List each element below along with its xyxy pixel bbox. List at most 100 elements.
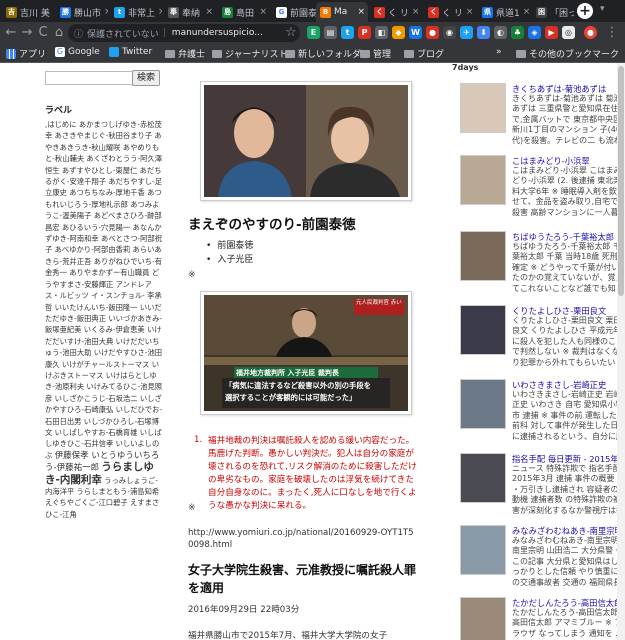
tab-label: く リ xyxy=(442,8,463,19)
twitter-icon[interactable]: t xyxy=(341,26,354,39)
menu-icon[interactable]: ⋮ xyxy=(604,25,620,41)
bookmarks-bar: アプリ G Google Twitter 弁護士 ジャーナリスト 新しいフォルダ … xyxy=(0,44,625,63)
tab-active[interactable]: B Ma × xyxy=(316,2,368,22)
info-icon[interactable]: ⓘ xyxy=(74,27,83,40)
browser-toolbar: ← → C ⌂ ⓘ 保護されていない | manundersuspicio...… xyxy=(0,22,625,44)
tab-9[interactable]: 県県道1 × xyxy=(478,2,530,22)
home-button[interactable]: ⌂ xyxy=(51,25,67,41)
extension-icon[interactable]: ● xyxy=(426,26,439,39)
evernote-icon[interactable]: E xyxy=(307,26,320,39)
close-icon[interactable]: × xyxy=(357,7,365,17)
forward-button[interactable]: → xyxy=(19,25,35,41)
extension-icon[interactable]: ◉ xyxy=(443,26,456,39)
bookmark-other[interactable]: その他のブックマーク xyxy=(516,47,619,60)
popular-post-item[interactable]: こはまみどり-小浜翠 こはまみどり-小浜翠 こはまみどり-小浜翠 (2. 後逮捕… xyxy=(460,155,625,221)
scrollbar-thumb[interactable] xyxy=(618,66,624,296)
search-button[interactable]: 検索 xyxy=(132,70,160,86)
bookmark-folder-bengoshi[interactable]: 弁護士 xyxy=(165,47,205,60)
source-url[interactable]: http://www.yomiuri.co.jp/national/201609… xyxy=(188,527,418,551)
tab-8[interactable]: くく リ × xyxy=(424,2,476,22)
apps-grid-icon xyxy=(6,48,16,59)
bookmark-label: Twitter xyxy=(122,47,153,57)
tab-10[interactable]: 困「困っ xyxy=(532,2,574,22)
tag-item[interactable]: 入子光臣 xyxy=(206,253,253,267)
bookmark-folder-journalist[interactable]: ジャーナリスト xyxy=(212,47,288,60)
tab-7[interactable]: くく リ × xyxy=(370,2,422,22)
bookmark-folder-new[interactable]: 新しいフォルダ xyxy=(285,47,361,60)
popular-post-item[interactable]: 指名手配 毎日更新 - 2015年3月 ニュース 特殊詐欺で 指名手配 2015… xyxy=(460,453,625,519)
extension-icon[interactable]: W xyxy=(409,26,422,39)
tab-label: 勝山市 xyxy=(74,8,102,19)
post-thumbnail[interactable] xyxy=(460,305,506,355)
post-thumbnail[interactable] xyxy=(460,525,506,575)
popular-post-item[interactable]: きくちあずは-菊池あずは きくちあずは-菊池あずは 菊池あずは 三重県警と愛知県… xyxy=(460,83,625,149)
tab-favicon-icon: く xyxy=(374,6,385,18)
popular-post-snippet: みなみざわむねあき-南里宗明 南里宗明 山田浩二 大分県警 ※ この記事 大分県… xyxy=(512,536,622,587)
extension-icon[interactable]: ♣ xyxy=(511,26,524,39)
post-thumbnail[interactable] xyxy=(460,597,506,640)
close-icon[interactable]: × xyxy=(53,7,54,17)
close-icon[interactable]: × xyxy=(158,7,162,17)
popular-post-item[interactable]: くりたよしひさ-栗田良文 くりたよしひさ-栗田良文 栗田良文 くりたよしひさ 平… xyxy=(460,305,625,371)
extension-icon[interactable]: ⬇ xyxy=(477,26,490,39)
bookmark-folder-blog[interactable]: ブログ xyxy=(404,47,444,60)
bookmark-star-icon[interactable]: ☆ xyxy=(283,25,299,41)
popular-post-item[interactable]: ちばゆうたろう-千葉裕太郎 ちばゆうたろう-千葉裕太郎 千葉裕太郎 千葉 当時1… xyxy=(460,231,625,297)
post-thumbnail[interactable] xyxy=(460,379,506,429)
judge-photo[interactable]: 元人民裁判官 赤い 福井地方裁判所 入子光臣 裁判長 「病気に違法するなど殺害以… xyxy=(200,291,412,415)
popular-post-snippet: くりたよしひさ-栗田良文 栗田良文 くりたよしひさ 平成元年に殺人を犯した人も同… xyxy=(512,316,624,367)
reload-button[interactable]: C xyxy=(35,25,51,41)
extension-icon[interactable]: ▤ xyxy=(324,26,337,39)
popular-post-item[interactable]: いわさきまさし-岩崎正史 いわさきまさし-岩崎正史 岩崎正史 いわさき 自宅 愛… xyxy=(460,379,625,445)
close-icon[interactable]: × xyxy=(412,7,420,17)
close-icon[interactable]: × xyxy=(205,7,213,17)
tag-item[interactable]: 前園泰徳 xyxy=(206,239,253,253)
extension-icon[interactable]: ◆ xyxy=(392,26,405,39)
extension-icon[interactable]: ▶ xyxy=(545,26,558,39)
avatar[interactable]: ● xyxy=(584,26,597,39)
tab-1[interactable]: 勝勝山市 × xyxy=(56,2,108,22)
bookmark-more[interactable]: » xyxy=(496,47,502,57)
popular-post-snippet: たかだしんたろう-高田信太郎 高田信太郎 アマミブルー ※ プラウザ なってしま… xyxy=(512,608,623,638)
close-icon[interactable]: × xyxy=(259,7,267,17)
extension-icon[interactable]: ✈ xyxy=(460,26,473,39)
tab-3[interactable]: 奉奉納 × xyxy=(164,2,216,22)
bookmark-apps[interactable]: アプリ xyxy=(6,47,46,60)
post-thumbnail[interactable] xyxy=(460,155,506,205)
back-button[interactable]: ← xyxy=(3,25,19,41)
bookmark-label: ブログ xyxy=(417,50,445,60)
post-title: まえぞのやすのり-前園泰徳 xyxy=(188,217,356,233)
extension-icon[interactable]: ◈ xyxy=(528,26,541,39)
close-icon[interactable]: × xyxy=(104,7,108,17)
bookmark-folder-kanri[interactable]: 管理 xyxy=(360,47,391,60)
popular-post-item[interactable]: たかだしんたろう-高田信太郎 たかだしんたろう-高田信太郎 高田信太郎 アマミブ… xyxy=(460,597,625,640)
post-thumbnail[interactable] xyxy=(460,231,506,281)
bookmark-label: 管理 xyxy=(373,50,392,60)
tab-2[interactable]: t 非常上 × xyxy=(110,2,162,22)
tab-4[interactable]: 島島田 × xyxy=(218,2,270,22)
folder-icon xyxy=(360,49,370,58)
tab-label: Ma xyxy=(334,7,348,17)
pdf-icon[interactable]: P xyxy=(358,26,371,39)
address-bar[interactable]: ⓘ 保護されていない | manundersuspicio... xyxy=(68,24,300,42)
post-thumbnail[interactable] xyxy=(460,453,506,503)
extension-icon[interactable]: ◐ xyxy=(494,26,507,39)
close-icon[interactable]: × xyxy=(466,7,474,17)
popular-post-item[interactable]: みなみざわむねあき-南里宗明 みなみざわむねあき-南里宗明 南里宗明 山田浩二 … xyxy=(460,525,625,591)
popular-post-snippet: ちばゆうたろう-千葉裕太郎 千葉裕太郎 千葉 当時18歳 死刑確定 ※ どうやっ… xyxy=(512,242,624,293)
extension-icon[interactable]: ◧ xyxy=(375,26,388,39)
bookmark-google[interactable]: G Google xyxy=(55,47,100,57)
couple-photo[interactable] xyxy=(200,81,412,201)
google-icon: G xyxy=(55,47,65,57)
extension-icon[interactable]: ◎ xyxy=(562,26,575,39)
close-icon[interactable]: × xyxy=(523,7,530,17)
bookmark-twitter[interactable]: Twitter xyxy=(109,47,152,57)
tab-0[interactable]: 吉吉川 美× xyxy=(2,2,54,22)
post-thumbnail[interactable] xyxy=(460,83,506,133)
window-controls[interactable]: ▾ xyxy=(600,4,624,18)
label-list[interactable]: ,はじめに あかまつしげゆき-赤松茂幸 あさきやまじぐ-秋田谷まり子 あやきあき… xyxy=(45,120,162,460)
tab-label: 奉納 xyxy=(182,8,201,19)
bookmark-label: アプリ xyxy=(19,50,47,60)
search-input[interactable] xyxy=(45,71,139,85)
new-tab-button[interactable]: + xyxy=(577,3,593,19)
